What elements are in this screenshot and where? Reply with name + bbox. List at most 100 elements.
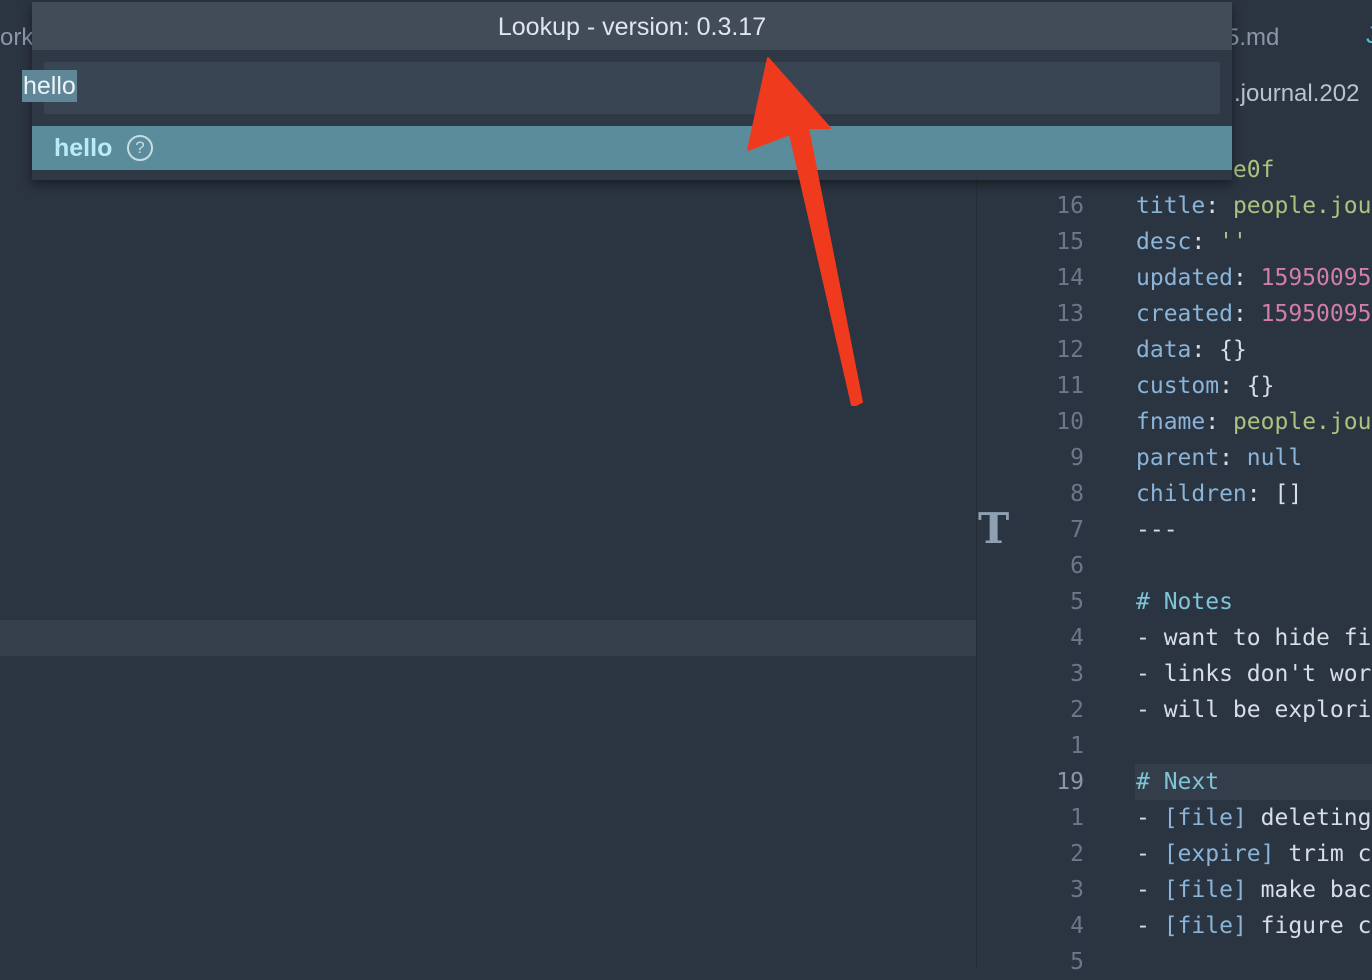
code-line[interactable]: 15 desc: '' bbox=[1020, 224, 1372, 260]
yaml-key: updated bbox=[1136, 265, 1233, 291]
yaml-value: {} bbox=[1246, 373, 1275, 399]
list-dash: - bbox=[1136, 805, 1164, 831]
yaml-key: created bbox=[1136, 301, 1233, 327]
task-tag: [file] bbox=[1163, 805, 1247, 831]
code-text: - [expire] trim c bbox=[1136, 836, 1371, 872]
code-text: - want to hide fi bbox=[1136, 620, 1371, 656]
code-line[interactable]: 3 - links don't wor bbox=[1020, 656, 1372, 692]
breadcrumb[interactable]: .journal.202 bbox=[1234, 80, 1359, 108]
code-text: - [file] figure c bbox=[1136, 908, 1371, 944]
code-text: data: {} bbox=[1136, 332, 1247, 368]
yaml-separator: : bbox=[1246, 481, 1275, 507]
code-text: - links don't wor bbox=[1136, 656, 1371, 692]
line-number: 3 bbox=[1070, 661, 1084, 687]
code-line[interactable]: 4 - want to hide fi bbox=[1020, 620, 1372, 656]
list-dash: - bbox=[1136, 841, 1164, 867]
yaml-value: {} bbox=[1219, 337, 1247, 363]
code-line[interactable]: 3 - [file] make bac bbox=[1020, 872, 1372, 908]
code-text: # Next bbox=[1136, 764, 1219, 800]
lookup-input[interactable] bbox=[44, 62, 1220, 114]
code-line[interactable]: 7 --- bbox=[1020, 512, 1372, 548]
code-line[interactable]: 16 title: people.jou bbox=[1020, 188, 1372, 224]
line-number: 5 bbox=[1070, 589, 1084, 615]
line-number: 1 bbox=[1070, 733, 1084, 759]
code-text: fname: people.jou bbox=[1136, 404, 1371, 440]
line-number: 19 bbox=[1056, 769, 1084, 795]
yaml-separator: : bbox=[1191, 337, 1220, 363]
yaml-key: parent bbox=[1136, 445, 1220, 471]
editor-tab-md[interactable]: 5.md bbox=[1226, 24, 1279, 52]
code-line[interactable]: 9 parent: null bbox=[1020, 440, 1372, 476]
code-line[interactable]: 19 # Next bbox=[1020, 764, 1372, 800]
lookup-result-label: hello bbox=[54, 134, 113, 162]
yaml-separator: : bbox=[1232, 265, 1261, 291]
line-number: 5 bbox=[1070, 949, 1084, 975]
lookup-input-value[interactable]: hello bbox=[22, 70, 77, 102]
code-text: - will be explori bbox=[1136, 692, 1371, 728]
markdown-heading: # Notes bbox=[1136, 589, 1233, 615]
text-cursor-icon: T bbox=[978, 504, 1010, 553]
code-text: custom: {} bbox=[1136, 368, 1275, 404]
lookup-title: Lookup - version: 0.3.17 bbox=[32, 2, 1232, 50]
code-line[interactable]: 12 data: {} bbox=[1020, 332, 1372, 368]
line-number: 1 bbox=[1070, 805, 1084, 831]
task-tag: [file] bbox=[1163, 877, 1247, 903]
yaml-separator: : bbox=[1191, 229, 1220, 255]
line-number: 6 bbox=[1070, 553, 1084, 579]
code-line[interactable]: 2 - will be explori bbox=[1020, 692, 1372, 728]
markdown-heading: # Next bbox=[1136, 769, 1220, 795]
code-content: --- bbox=[1136, 517, 1178, 543]
yaml-value: [] bbox=[1274, 481, 1303, 507]
code-text: # Notes bbox=[1136, 584, 1233, 620]
yaml-key: title bbox=[1136, 193, 1206, 219]
task-text: trim c bbox=[1274, 841, 1372, 867]
yaml-value: null bbox=[1246, 445, 1303, 471]
code-line[interactable]: 1 bbox=[1020, 728, 1372, 764]
line-number: 12 bbox=[1056, 337, 1084, 363]
code-line[interactable]: 11 custom: {} bbox=[1020, 368, 1372, 404]
task-text: make bac bbox=[1246, 877, 1372, 903]
lookup-result-item[interactable]: hello ? bbox=[32, 126, 1232, 170]
code-line[interactable]: 5 # Notes bbox=[1020, 584, 1372, 620]
yaml-value: '' bbox=[1219, 229, 1247, 255]
yaml-key: desc bbox=[1136, 229, 1192, 255]
yaml-separator: : bbox=[1232, 301, 1261, 327]
editor-tab-left[interactable]: ork bbox=[0, 24, 33, 52]
line-number: 16 bbox=[1056, 193, 1084, 219]
task-text: figure c bbox=[1246, 913, 1372, 939]
yaml-value: 15950095 bbox=[1260, 265, 1372, 291]
line-number: 15 bbox=[1056, 229, 1084, 255]
code-line[interactable]: 1 - [file] deleting bbox=[1020, 800, 1372, 836]
yaml-separator: : bbox=[1205, 409, 1233, 435]
yaml-value: people.jou bbox=[1232, 193, 1372, 219]
code-line[interactable]: 10 fname: people.jou bbox=[1020, 404, 1372, 440]
yaml-key: custom bbox=[1136, 373, 1220, 399]
code-line[interactable]: 2 - [expire] trim c bbox=[1020, 836, 1372, 872]
code-text: --- bbox=[1136, 512, 1178, 548]
code-content: - will be explori bbox=[1136, 697, 1372, 723]
code-text: parent: null bbox=[1136, 440, 1302, 476]
yaml-key: children bbox=[1136, 481, 1247, 507]
code-line[interactable]: 5 bbox=[1020, 944, 1372, 980]
code-content: - want to hide fi bbox=[1136, 625, 1372, 651]
yaml-key: fname bbox=[1136, 409, 1206, 435]
task-tag: [file] bbox=[1163, 913, 1247, 939]
line-number: 4 bbox=[1070, 913, 1084, 939]
code-line[interactable]: 13 created: 15950095 bbox=[1020, 296, 1372, 332]
line-number: 2 bbox=[1070, 697, 1084, 723]
code-text: - [file] make bac bbox=[1136, 872, 1371, 908]
line-number: 11 bbox=[1056, 373, 1084, 399]
yaml-separator: : bbox=[1205, 193, 1233, 219]
line-number: 13 bbox=[1056, 301, 1084, 327]
code-line[interactable]: 4 - [file] figure c bbox=[1020, 908, 1372, 944]
code-line[interactable]: 8 children: [] bbox=[1020, 476, 1372, 512]
code-text: - [file] deleting bbox=[1136, 800, 1371, 836]
code-line[interactable]: 6 bbox=[1020, 548, 1372, 584]
line-number: 10 bbox=[1056, 409, 1084, 435]
tab-modified-mark: J bbox=[1366, 22, 1372, 49]
help-circle-icon[interactable]: ? bbox=[127, 135, 153, 161]
yaml-separator: : bbox=[1219, 373, 1247, 399]
line-number: 7 bbox=[1070, 517, 1084, 543]
code-line[interactable]: 14 updated: 15950095 bbox=[1020, 260, 1372, 296]
list-dash: - bbox=[1136, 877, 1164, 903]
